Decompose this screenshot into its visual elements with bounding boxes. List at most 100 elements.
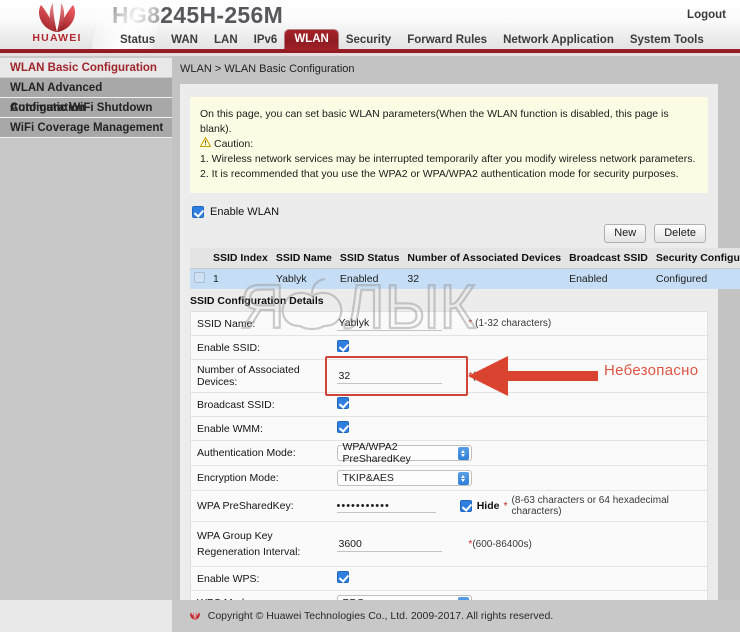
notice-box: On this page, you can set basic WLAN par…	[190, 97, 708, 193]
nav-item-network-application[interactable]: Network Application	[495, 31, 622, 50]
nav-item-status[interactable]: Status	[112, 31, 163, 50]
encryption-mode-value: TKIP&AES	[343, 472, 394, 484]
new-button[interactable]: New	[604, 224, 646, 243]
nav-item-wlan[interactable]: WLAN	[285, 30, 338, 50]
nav-item-wan[interactable]: WAN	[163, 31, 206, 50]
ssid-col-header: Broadcast SSID	[565, 248, 652, 269]
row-enable-wmm: Enable WMM:	[191, 417, 708, 441]
huawei-flower-icon-small	[187, 609, 203, 623]
sidebar-item-wlan-advanced-configuration[interactable]: WLAN Advanced Configuration	[0, 78, 172, 98]
enable-wlan-row: Enable WLAN	[192, 206, 718, 218]
label-num-devices: Number of Associated Devices:	[191, 360, 331, 393]
row-ssid-name: SSID Name: * (1-32 characters)	[191, 312, 708, 336]
ssid-table-body: 1YablykEnabled32EnabledConfigured	[190, 269, 740, 290]
nav-underline-secondary	[0, 53, 740, 56]
psk-input[interactable]: •••••••••••	[337, 500, 436, 513]
ssid-col-header: SSID Index	[209, 248, 272, 269]
settings-panel: On this page, you can set basic WLAN par…	[180, 84, 718, 632]
ssid-col-header: Number of Associated Devices	[403, 248, 565, 269]
delete-button[interactable]: Delete	[654, 224, 706, 243]
main-navigation: StatusWANLANIPv6WLANSecurityForward Rule…	[112, 30, 712, 50]
cell-name: Yablyk	[272, 269, 336, 290]
body-area: WLAN Basic ConfigurationWLAN Advanced Co…	[0, 56, 740, 600]
hide-psk-checkbox[interactable]	[460, 500, 472, 512]
label-psk: WPA PreSharedKey:	[191, 491, 331, 522]
chevron-updown-icon	[458, 472, 469, 485]
cell-devices: 32	[403, 269, 565, 290]
nav-item-system-tools[interactable]: System Tools	[622, 31, 712, 50]
warning-triangle-icon	[200, 137, 211, 152]
annotation-arrow-icon	[468, 354, 608, 398]
authentication-mode-value: WPA/WPA2 PreSharedKey	[343, 441, 458, 465]
label-broadcast-ssid: Broadcast SSID:	[191, 393, 331, 417]
label-auth-mode: Authentication Mode:	[191, 441, 331, 466]
cell-broadcast: Enabled	[565, 269, 652, 290]
ssid-table-header-row: SSID IndexSSID NameSSID StatusNumber of …	[190, 248, 740, 269]
table-action-buttons: New Delete	[180, 224, 706, 243]
value-encryption-mode: TKIP&AES	[331, 466, 708, 491]
annotation-text: Небезопасно	[604, 362, 698, 379]
cell-security: Configured	[652, 269, 740, 290]
row-auth-mode: Authentication Mode: WPA/WPA2 PreSharedK…	[191, 441, 708, 466]
notice-line-1: On this page, you can set basic WLAN par…	[200, 107, 698, 137]
label-encryption-mode: Encryption Mode:	[191, 466, 331, 491]
page-footer: Copyright © Huawei Technologies Co., Ltd…	[0, 600, 740, 632]
value-enable-wps	[331, 567, 708, 591]
ssid-col-header: Security Configuration	[652, 248, 740, 269]
nav-item-ipv6[interactable]: IPv6	[246, 31, 286, 50]
enable-wmm-checkbox[interactable]	[337, 421, 349, 433]
enable-wps-checkbox[interactable]	[337, 571, 349, 583]
breadcrumb: WLAN > WLAN Basic Configuration	[172, 56, 740, 82]
logout-button[interactable]: Logout	[687, 9, 726, 21]
ssid-col-header: SSID Name	[272, 248, 336, 269]
footer-copyright: Copyright © Huawei Technologies Co., Ltd…	[208, 610, 554, 622]
required-star-psk: *	[503, 500, 507, 512]
hint-group-key: (600-86400s)	[472, 539, 531, 550]
nav-item-lan[interactable]: LAN	[206, 31, 246, 50]
table-row[interactable]: 1YablykEnabled32EnabledConfigured	[190, 269, 740, 290]
enable-wlan-label: Enable WLAN	[210, 206, 279, 218]
value-ssid-name: * (1-32 characters)	[331, 312, 708, 336]
hint-psk: (8-63 characters or 64 hexadecimal chara…	[512, 495, 701, 517]
value-enable-wmm	[331, 417, 708, 441]
huawei-flower-icon	[27, 3, 87, 33]
row-group-key: WPA Group Key Regeneration Interval: *(6…	[191, 522, 708, 567]
sidebar-item-wlan-basic-configuration[interactable]: WLAN Basic Configuration	[0, 58, 172, 78]
row-select-checkbox[interactable]	[194, 272, 205, 283]
row-encryption-mode: Encryption Mode: TKIP&AES	[191, 466, 708, 491]
broadcast-ssid-checkbox[interactable]	[337, 397, 349, 409]
ssid-config-form: SSID Name: * (1-32 characters) Enable SS…	[190, 311, 708, 632]
hide-psk-label: Hide	[477, 500, 500, 512]
value-auth-mode: WPA/WPA2 PreSharedKey	[331, 441, 708, 466]
num-devices-input[interactable]	[337, 369, 442, 384]
caution-label: Caution:	[214, 137, 253, 152]
value-psk: ••••••••••• Hide * (8-63 characters or 6…	[331, 491, 708, 522]
encryption-mode-select[interactable]: TKIP&AES	[337, 470, 472, 486]
hint-ssid-name: (1-32 characters)	[475, 318, 551, 329]
cell-status: Enabled	[336, 269, 404, 290]
row-select-cell[interactable]	[190, 269, 209, 290]
row-psk: WPA PreSharedKey: ••••••••••• Hide * (8-…	[191, 491, 708, 522]
label-ssid-name: SSID Name:	[191, 312, 331, 336]
required-star-ssid-name: *	[468, 318, 472, 329]
nav-item-forward-rules[interactable]: Forward Rules	[399, 31, 495, 50]
group-key-interval-input[interactable]	[337, 537, 442, 552]
chevron-updown-icon	[458, 447, 469, 460]
sidebar-item-wifi-coverage-management[interactable]: WiFi Coverage Management	[0, 118, 172, 138]
nav-item-security[interactable]: Security	[338, 31, 399, 50]
enable-ssid-checkbox[interactable]	[337, 340, 349, 352]
content-area: WLAN > WLAN Basic Configuration On this …	[172, 56, 740, 600]
sidebar: WLAN Basic ConfigurationWLAN Advanced Co…	[0, 56, 172, 600]
notice-line-2: 1. Wireless network services may be inte…	[200, 152, 698, 167]
sidebar-item-automatic-wifi-shutdown[interactable]: Automatic WiFi Shutdown	[0, 98, 172, 118]
label-enable-ssid: Enable SSID:	[191, 336, 331, 360]
enable-wlan-checkbox[interactable]	[192, 206, 204, 218]
ssid-details-heading: SSID Configuration Details	[190, 295, 718, 307]
label-enable-wmm: Enable WMM:	[191, 417, 331, 441]
label-group-key: WPA Group Key Regeneration Interval:	[191, 522, 331, 567]
row-enable-ssid: Enable SSID:	[191, 336, 708, 360]
notice-line-3: 2. It is recommended that you use the WP…	[200, 167, 698, 182]
ssid-name-input[interactable]	[337, 316, 442, 331]
authentication-mode-select[interactable]: WPA/WPA2 PreSharedKey	[337, 445, 472, 461]
huawei-logo: HUAWEI	[14, 3, 100, 48]
